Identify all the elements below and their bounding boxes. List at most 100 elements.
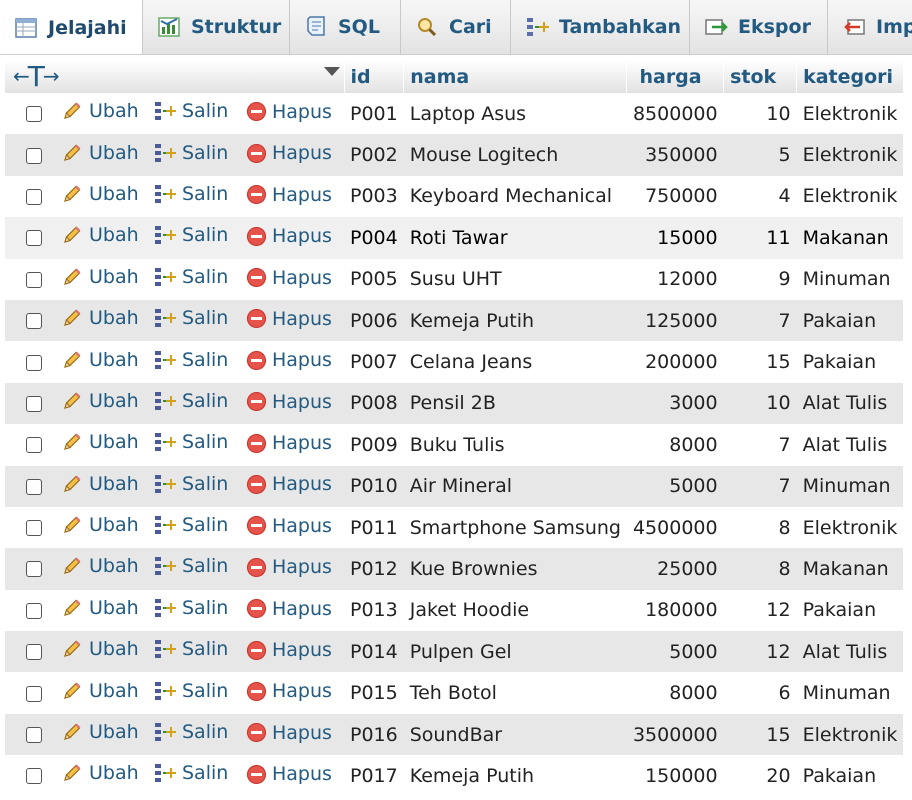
copy-button[interactable]: Salin xyxy=(154,762,228,784)
tab-sql[interactable]: SQL xyxy=(290,0,401,54)
copy-button[interactable]: Salin xyxy=(154,514,228,536)
delete-button[interactable]: Hapus xyxy=(247,101,332,123)
delete-button[interactable]: Hapus xyxy=(247,639,332,661)
copy-button[interactable]: Salin xyxy=(154,183,228,205)
edit-button[interactable]: Ubah xyxy=(61,762,139,784)
row-checkbox[interactable] xyxy=(26,561,42,578)
edit-button[interactable]: Ubah xyxy=(61,514,139,536)
delete-button[interactable]: Hapus xyxy=(247,473,332,495)
copy-button[interactable]: Salin xyxy=(154,307,228,329)
row-checkbox[interactable] xyxy=(26,313,42,330)
column-header-harga[interactable]: harga xyxy=(626,60,725,93)
delete-button[interactable]: Hapus xyxy=(247,432,332,454)
column-controls: ←T→ xyxy=(5,60,345,93)
pencil-icon xyxy=(61,307,83,329)
copy-button[interactable]: Salin xyxy=(154,473,228,495)
delete-button[interactable]: Hapus xyxy=(247,598,332,620)
delete-button[interactable]: Hapus xyxy=(247,680,332,702)
row-checkbox[interactable] xyxy=(26,768,42,785)
delete-button[interactable]: Hapus xyxy=(247,225,332,247)
edit-button[interactable]: Ubah xyxy=(61,473,139,495)
copy-button[interactable]: Salin xyxy=(154,431,228,453)
row-checkbox[interactable] xyxy=(26,271,42,288)
copy-button[interactable]: Salin xyxy=(154,349,228,371)
delete-button[interactable]: Hapus xyxy=(247,308,332,330)
row-checkbox[interactable] xyxy=(26,602,42,619)
table-row: Ubah Salin Hapus P009 Buku Tulis 8000 7 … xyxy=(5,424,904,466)
column-header-kategori[interactable]: kategori xyxy=(796,60,904,93)
row-checkbox[interactable] xyxy=(26,478,42,495)
row-checkbox[interactable] xyxy=(26,395,42,412)
column-resize-icon[interactable]: ←T→ xyxy=(13,60,60,93)
copy-button[interactable]: Salin xyxy=(154,555,228,577)
delete-button[interactable]: Hapus xyxy=(247,515,332,537)
column-header-id[interactable]: id xyxy=(344,60,405,93)
row-checkbox[interactable] xyxy=(26,520,42,537)
tab-browse[interactable]: Jelajahi xyxy=(0,0,143,54)
copy-button[interactable]: Salin xyxy=(154,100,228,122)
edit-button[interactable]: Ubah xyxy=(61,431,139,453)
delete-button[interactable]: Hapus xyxy=(247,142,332,164)
delete-button[interactable]: Hapus xyxy=(247,391,332,413)
cell-nama: Smartphone Samsung xyxy=(403,506,627,549)
row-checkbox[interactable] xyxy=(26,106,42,123)
copy-button[interactable]: Salin xyxy=(154,224,228,246)
tab-export[interactable]: Ekspor xyxy=(690,0,828,54)
edit-button[interactable]: Ubah xyxy=(61,721,139,743)
copy-button[interactable]: Salin xyxy=(154,142,228,164)
edit-button[interactable]: Ubah xyxy=(61,100,139,122)
row-checkbox[interactable] xyxy=(26,147,42,164)
row-checkbox[interactable] xyxy=(26,727,42,744)
delete-cell: Hapus xyxy=(241,217,344,259)
edit-button[interactable]: Ubah xyxy=(61,390,139,412)
row-checkbox[interactable] xyxy=(26,644,42,661)
cell-id: P016 xyxy=(344,713,404,756)
row-checkbox[interactable] xyxy=(26,188,42,205)
delete-button[interactable]: Hapus xyxy=(247,349,332,371)
delete-button[interactable]: Hapus xyxy=(247,267,332,289)
delete-icon xyxy=(247,350,266,370)
delete-button[interactable]: Hapus xyxy=(247,763,332,785)
edit-button[interactable]: Ubah xyxy=(61,349,139,371)
row-checkbox[interactable] xyxy=(26,437,42,454)
sort-arrow-icon[interactable] xyxy=(323,60,340,82)
row-checkbox[interactable] xyxy=(26,354,42,371)
delete-button[interactable]: Hapus xyxy=(247,184,332,206)
edit-button[interactable]: Ubah xyxy=(61,266,139,288)
delete-button[interactable]: Hapus xyxy=(247,722,332,744)
copy-button[interactable]: Salin xyxy=(154,638,228,660)
column-header-stok[interactable]: stok xyxy=(723,60,798,93)
copy-button[interactable]: Salin xyxy=(154,680,228,702)
tab-label: Import xyxy=(876,16,912,38)
edit-button[interactable]: Ubah xyxy=(61,307,139,329)
delete-cell: Hapus xyxy=(241,382,344,425)
tab-insert[interactable]: Tambahkan xyxy=(511,0,690,54)
table-row: Ubah Salin Hapus P014 Pulpen Gel 5000 12… xyxy=(5,631,904,673)
tab-bar: Jelajahi Struktur SQL Cari Tambahkan Eks… xyxy=(0,0,912,55)
edit-button[interactable]: Ubah xyxy=(61,142,139,164)
row-checkbox[interactable] xyxy=(26,685,42,702)
delete-button[interactable]: Hapus xyxy=(247,556,332,578)
cell-stok: 10 xyxy=(723,382,797,425)
edit-button[interactable]: Ubah xyxy=(61,224,139,246)
edit-button[interactable]: Ubah xyxy=(61,680,139,702)
copy-button[interactable]: Salin xyxy=(154,721,228,743)
tab-import[interactable]: Import xyxy=(828,0,912,54)
tab-structure[interactable]: Struktur xyxy=(143,0,290,54)
pencil-icon xyxy=(61,762,83,784)
tab-search[interactable]: Cari xyxy=(401,0,511,54)
row-select-cell xyxy=(5,134,55,176)
copy-button[interactable]: Salin xyxy=(154,390,228,412)
edit-button[interactable]: Ubah xyxy=(61,597,139,619)
copy-button[interactable]: Salin xyxy=(154,266,228,288)
copy-label: Salin xyxy=(182,762,229,785)
edit-button[interactable]: Ubah xyxy=(61,183,139,205)
copy-button[interactable]: Salin xyxy=(154,597,228,619)
edit-button[interactable]: Ubah xyxy=(61,638,139,660)
table-row: Ubah Salin Hapus P013 Jaket Hoodie 18000… xyxy=(5,589,904,632)
row-checkbox[interactable] xyxy=(26,230,42,247)
edit-button[interactable]: Ubah xyxy=(61,555,139,577)
tab-label: Cari xyxy=(449,16,492,38)
column-header-nama[interactable]: nama xyxy=(403,60,628,93)
pencil-icon xyxy=(61,100,83,122)
